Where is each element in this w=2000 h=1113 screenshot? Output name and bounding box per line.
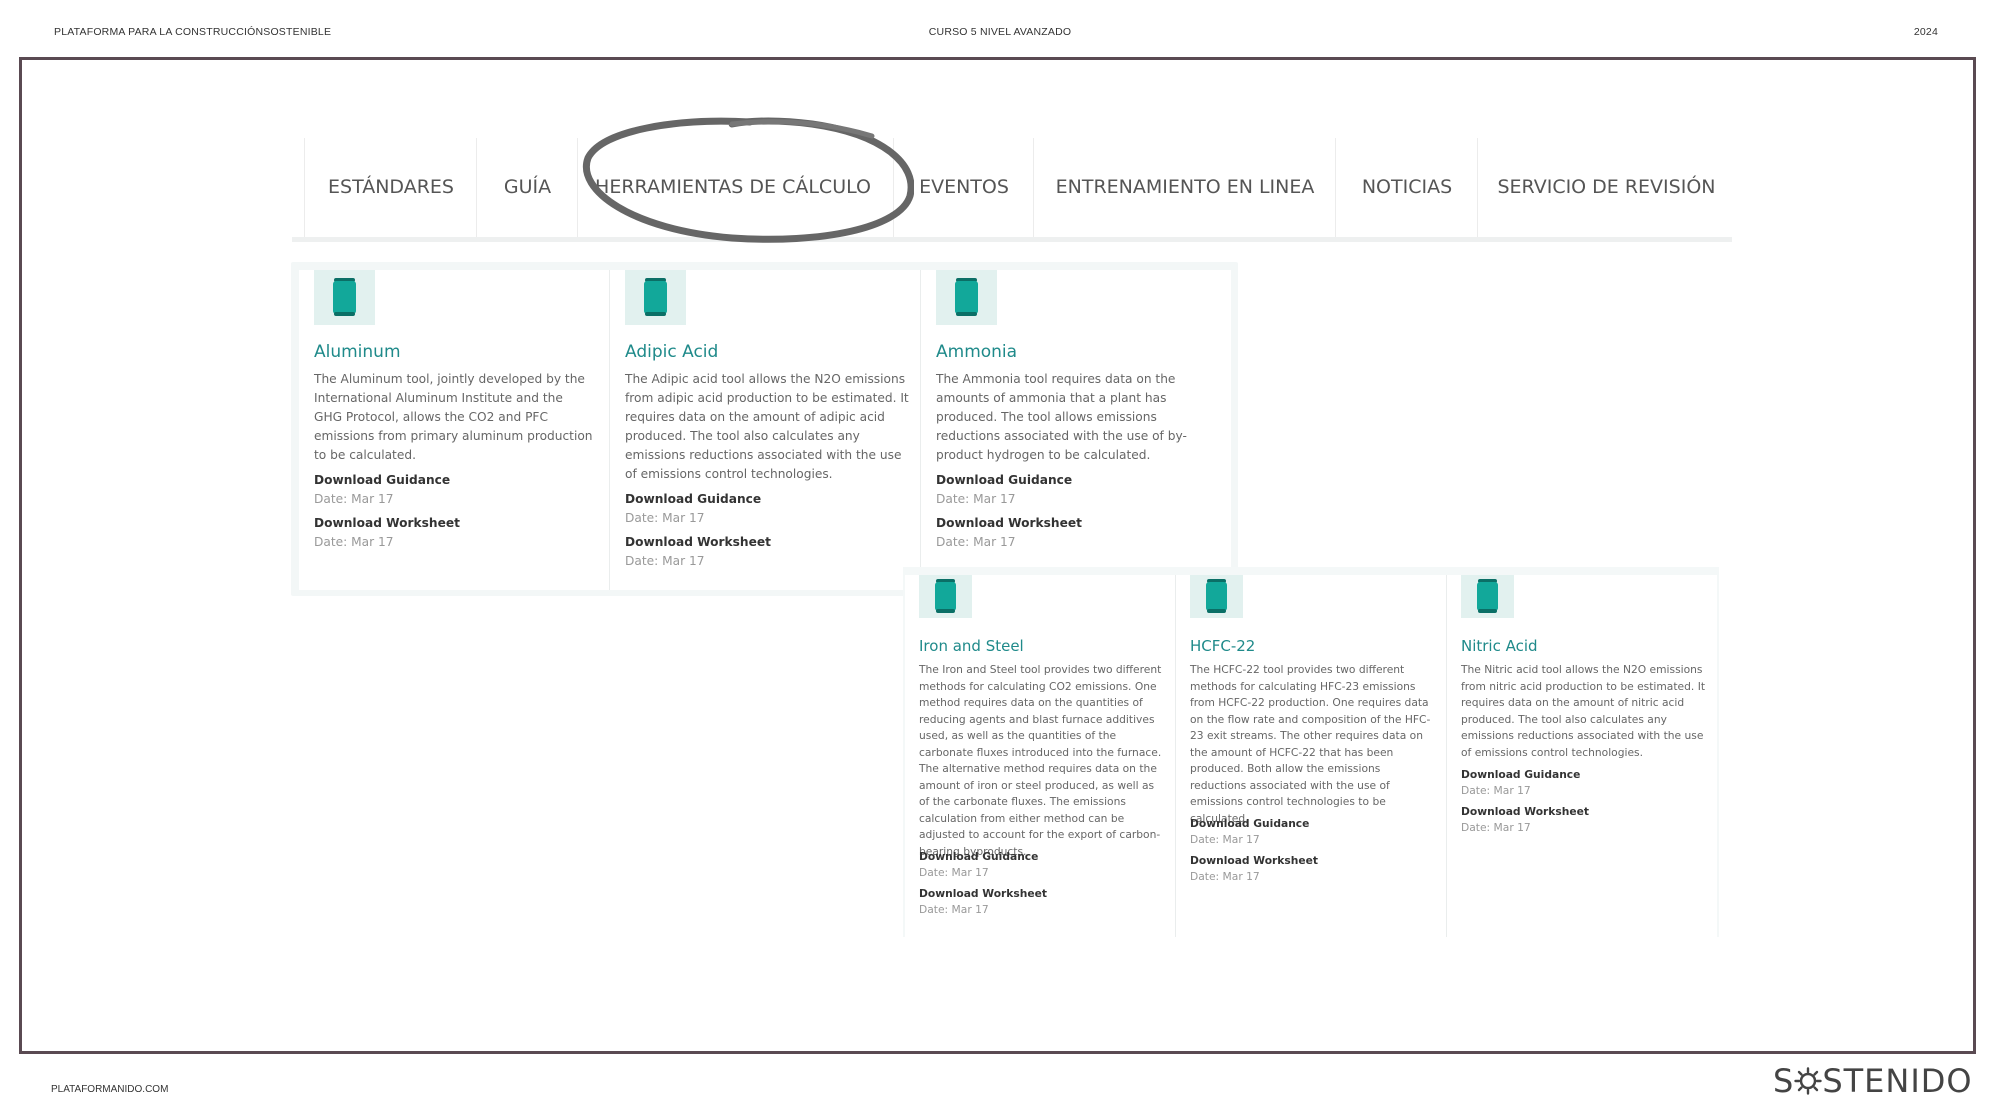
tool-card-title[interactable]: Ammonia [936, 342, 1017, 362]
guidance-date: Date: Mar 17 [936, 492, 1016, 506]
nav-item-eventos[interactable]: EVENTOS [893, 138, 1034, 237]
tool-card-title[interactable]: HCFC-22 [1190, 637, 1255, 655]
tool-card-title[interactable]: Aluminum [314, 342, 401, 362]
download-guidance-link[interactable]: Download Guidance [919, 850, 1038, 863]
worksheet-date: Date: Mar 17 [314, 535, 394, 549]
header-course-label: CURSO 5 NIVEL AVANZADO [928, 26, 1072, 38]
logo-text-suffix: STENIDO [1822, 1062, 1973, 1100]
battery-icon [1190, 575, 1243, 618]
download-worksheet-link[interactable]: Download Worksheet [1190, 854, 1318, 867]
nav-item-noticias[interactable]: NOTICIAS [1335, 138, 1478, 237]
download-worksheet-link[interactable]: Download Worksheet [314, 516, 460, 530]
guidance-date: Date: Mar 17 [314, 492, 394, 506]
download-guidance-link[interactable]: Download Guidance [314, 473, 450, 487]
tool-card-description: The Adipic acid tool allows the N2O emis… [625, 372, 909, 481]
logo-text-prefix: S [1773, 1062, 1795, 1100]
header-year-label: 2024 [1913, 26, 1938, 38]
nav-item-servicio-de-revision[interactable]: SERVICIO DE REVISIÓN [1477, 138, 1735, 237]
guidance-date: Date: Mar 17 [1461, 784, 1531, 797]
download-worksheet-link[interactable]: Download Worksheet [1461, 805, 1589, 818]
battery-icon [314, 270, 375, 325]
tool-card-description: The Nitric acid tool allows the N2O emis… [1461, 663, 1706, 759]
download-worksheet-link[interactable]: Download Worksheet [919, 887, 1047, 900]
download-guidance-link[interactable]: Download Guidance [1190, 817, 1309, 830]
tool-card-aluminum: Aluminum The Aluminum tool, jointly deve… [299, 270, 609, 590]
download-worksheet-link[interactable]: Download Worksheet [936, 516, 1082, 530]
tool-card-description: The Ammonia tool requires data on the am… [936, 372, 1187, 462]
footer-website-label: PLATAFORMANIDO.COM [51, 1084, 169, 1095]
tool-card-adipic-acid: Adipic Acid The Adipic acid tool allows … [610, 270, 920, 590]
battery-icon [936, 270, 997, 325]
tool-card-title[interactable]: Adipic Acid [625, 342, 718, 362]
brand-logo: S STENIDO [1773, 1062, 1973, 1102]
tool-card-iron-and-steel: Iron and Steel The Iron and Steel tool p… [905, 575, 1175, 937]
download-guidance-link[interactable]: Download Guidance [936, 473, 1072, 487]
worksheet-date: Date: Mar 17 [936, 535, 1016, 549]
tool-card-nitric-acid: Nitric Acid The Nitric acid tool allows … [1447, 575, 1717, 937]
guidance-date: Date: Mar 17 [919, 866, 989, 879]
worksheet-date: Date: Mar 17 [919, 903, 989, 916]
worksheet-date: Date: Mar 17 [1190, 870, 1260, 883]
guidance-date: Date: Mar 17 [1190, 833, 1260, 846]
worksheet-date: Date: Mar 17 [625, 554, 705, 568]
tool-card-ammonia: Ammonia The Ammonia tool requires data o… [921, 270, 1231, 590]
download-worksheet-link[interactable]: Download Worksheet [625, 535, 771, 549]
tool-card-description: The Iron and Steel tool provides two dif… [919, 663, 1162, 858]
battery-icon [1461, 575, 1514, 618]
tool-card-title[interactable]: Nitric Acid [1461, 637, 1538, 655]
battery-icon [625, 270, 686, 325]
tool-card-description: The Aluminum tool, jointly developed by … [314, 372, 593, 462]
nav-bar: ESTÁNDARES GUÍA HERRAMIENTAS DE CÁLCULO … [292, 138, 1732, 242]
download-guidance-link[interactable]: Download Guidance [1461, 768, 1580, 781]
sun-gear-icon [1794, 1067, 1823, 1095]
worksheet-date: Date: Mar 17 [1461, 821, 1531, 834]
nav-item-estandares[interactable]: ESTÁNDARES [304, 138, 477, 237]
nav-item-guia[interactable]: GUÍA [476, 138, 578, 237]
tool-card-hcfc-22: HCFC-22 The HCFC-22 tool provides two di… [1176, 575, 1446, 937]
nav-item-herramientas-de-calculo[interactable]: HERRAMIENTAS DE CÁLCULO [577, 138, 888, 237]
nav-item-entrenamiento-en-linea[interactable]: ENTRENAMIENTO EN LINEA [1033, 138, 1336, 237]
tool-card-title[interactable]: Iron and Steel [919, 637, 1024, 655]
tool-card-description: The HCFC-22 tool provides two different … [1190, 663, 1431, 825]
download-guidance-link[interactable]: Download Guidance [625, 492, 761, 506]
guidance-date: Date: Mar 17 [625, 511, 705, 525]
battery-icon [919, 575, 972, 618]
